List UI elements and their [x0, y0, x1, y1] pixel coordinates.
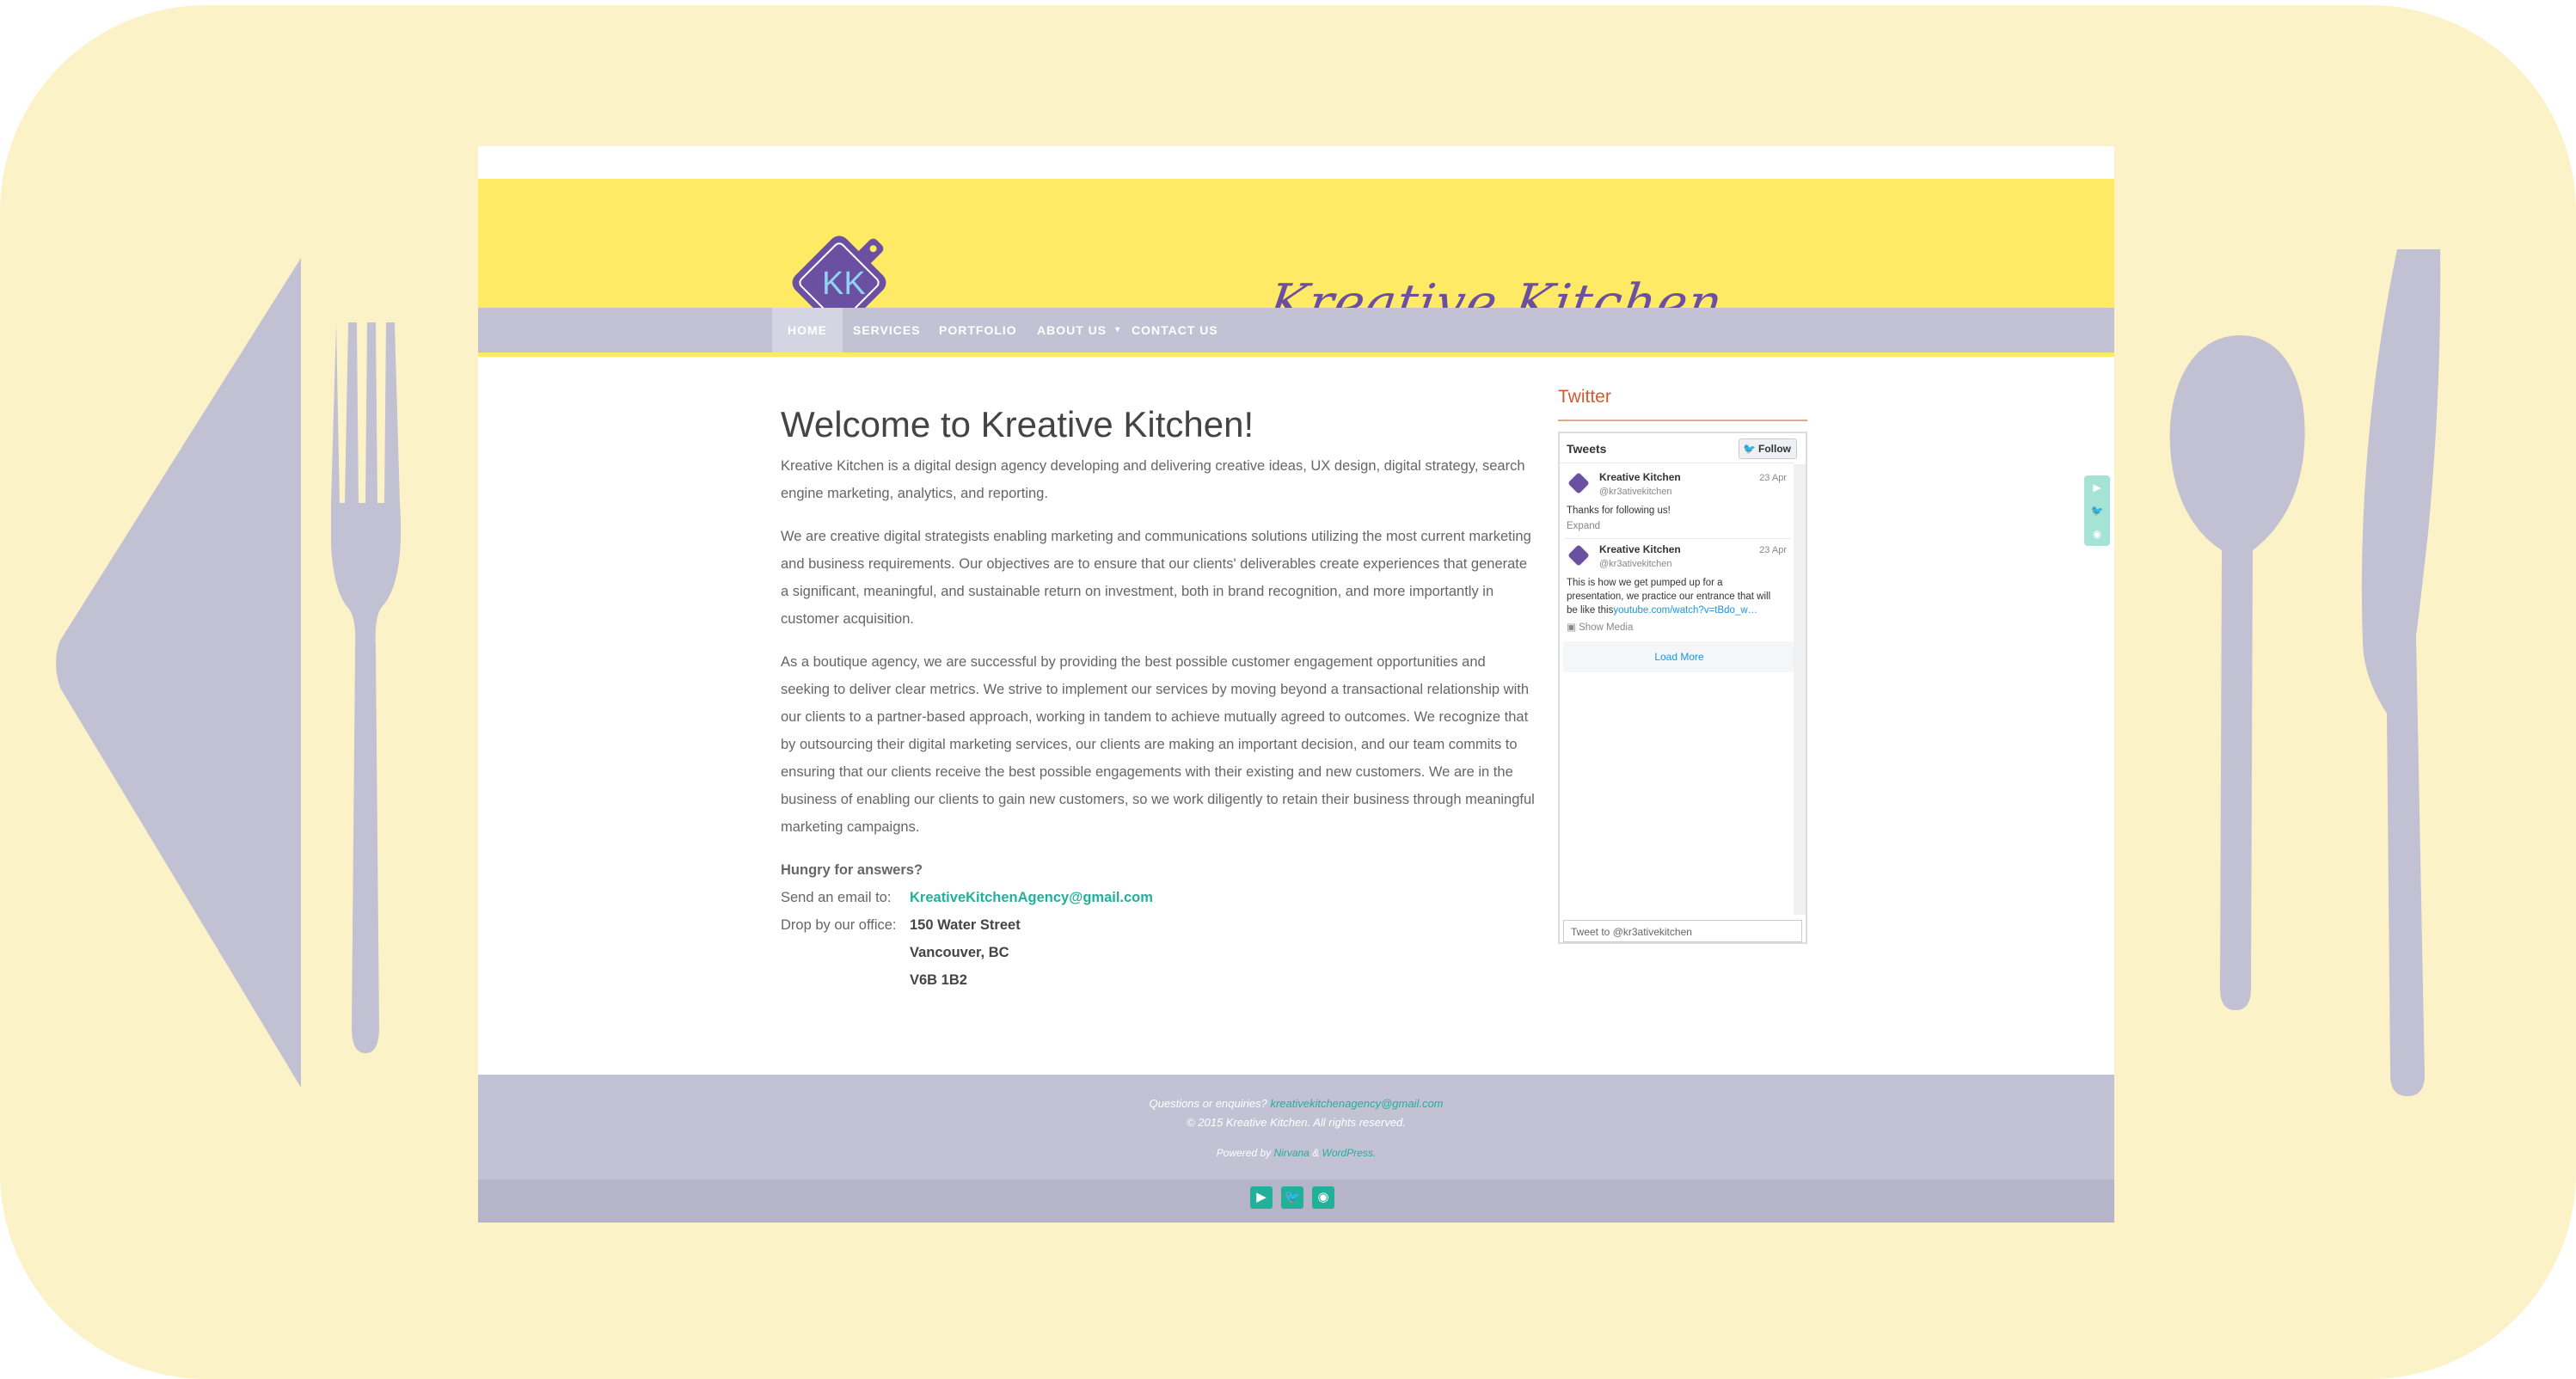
footer-powered-line: Powered by Nirvana & WordPress.	[478, 1147, 2114, 1159]
tweet-link[interactable]: youtube.com/watch?v=tBdo_w…	[1613, 605, 1757, 616]
address-line-city: Vancouver, BC	[910, 945, 1009, 960]
nav-contact-us[interactable]: CONTACT US	[1116, 308, 1234, 352]
nav-about-us-label: ABOUT US	[1037, 323, 1107, 337]
powered-prefix: Powered by	[1216, 1147, 1272, 1159]
twitter-timeline-widget: Tweets 🐦 Follow Kreative Kitchen @kr3ativ…	[1558, 432, 1807, 944]
title-divider	[1558, 420, 1807, 421]
timeline-scrollbar[interactable]	[1794, 464, 1806, 915]
nav-home[interactable]: HOME	[772, 308, 843, 352]
show-media-label: Show Media	[1579, 622, 1634, 633]
website-frame: KK Kreative Kitchen HOME SERVICES PORTFO…	[478, 146, 2114, 1223]
tweets-header: Tweets	[1567, 442, 1607, 456]
email-label: Send an email to:	[781, 890, 892, 905]
theme-link[interactable]: Nirvana	[1273, 1147, 1309, 1159]
twitter-icon[interactable]: 🐦	[1281, 1186, 1303, 1209]
twitter-bird-icon: 🐦	[1743, 443, 1756, 455]
tweet-compose-input[interactable]: Tweet to @kr3ativekitchen	[1563, 920, 1802, 942]
intro-paragraph: Kreative Kitchen is a digital design age…	[781, 458, 1525, 501]
knife-graphic	[2361, 249, 2441, 1096]
tweet-date[interactable]: 23 Apr	[1759, 545, 1787, 555]
agency-paragraph: As a boutique agency, we are successful …	[781, 654, 1535, 835]
tweet-text-block: This is how we get pumped up for a prese…	[1567, 576, 1782, 617]
office-row: Drop by our office: 150 Water Street	[781, 911, 1383, 939]
email-link[interactable]: KreativeKitchenAgency@gmail.com	[910, 884, 1153, 911]
tweet-date[interactable]: 23 Apr	[1759, 473, 1787, 483]
youtube-icon[interactable]: ▶	[2090, 481, 2104, 494]
media-icon: ▣	[1567, 622, 1576, 633]
sidebar: Twitter Tweets 🐦 Follow Kreative Kitchen …	[1558, 387, 1807, 944]
rss-icon[interactable]: ◉	[1312, 1186, 1334, 1209]
footer-copyright: © 2015 Kreative Kitchen. All rights rese…	[1187, 1116, 1406, 1129]
rss-icon[interactable]: ◉	[2090, 527, 2104, 541]
fork-graphic	[331, 322, 402, 1053]
address-line-postal: V6B 1B2	[910, 972, 967, 988]
avatar[interactable]	[1565, 469, 1592, 497]
show-media-link[interactable]: ▣ Show Media	[1567, 621, 1633, 633]
napkin-graphic	[56, 258, 301, 1088]
wordpress-link[interactable]: WordPress.	[1322, 1147, 1377, 1159]
follow-label: Follow	[1758, 443, 1791, 455]
youtube-icon[interactable]: ▶	[1250, 1186, 1273, 1209]
tweet-text: Thanks for following us!	[1567, 506, 1671, 516]
tweet-author-name[interactable]: Kreative Kitchen	[1599, 543, 1681, 555]
contact-heading: Hungry for answers?	[781, 862, 923, 878]
address-line-street: 150 Water Street	[910, 917, 1021, 933]
office-label: Drop by our office:	[781, 917, 897, 933]
tweet-item[interactable]: Kreative Kitchen @kr3ativekitchen 23 Apr…	[1565, 542, 1790, 638]
nav-about-us[interactable]: ABOUT US ▾	[1021, 308, 1129, 352]
twitter-widget-title: Twitter	[1558, 387, 1611, 407]
tweet-author-handle[interactable]: @kr3ativekitchen	[1599, 487, 1672, 497]
nav-services[interactable]: SERVICES	[837, 308, 936, 352]
tweet-item[interactable]: Kreative Kitchen @kr3ativekitchen 23 Apr…	[1565, 469, 1790, 539]
avatar[interactable]	[1565, 542, 1592, 569]
email-row: Send an email to: KreativeKitchenAgency@…	[781, 884, 1383, 911]
site-header: KK Kreative Kitchen	[478, 179, 2114, 334]
tweet-author-handle[interactable]: @kr3ativekitchen	[1599, 559, 1672, 569]
main-navigation: HOME SERVICES PORTFOLIO ABOUT US ▾ CONTA…	[478, 308, 2114, 357]
floating-social-bar: ▶ 🐦 ◉	[2084, 475, 2110, 546]
tweet-author-name[interactable]: Kreative Kitchen	[1599, 471, 1681, 483]
nav-portfolio[interactable]: PORTFOLIO	[923, 308, 1033, 352]
site-footer: Questions or enquiries? kreativekitchena…	[478, 1075, 2114, 1223]
svg-text:KK: KK	[822, 266, 866, 302]
tweet-expand-link[interactable]: Expand	[1567, 521, 1600, 531]
spoon-graphic	[2169, 335, 2305, 1010]
page-title: Welcome to Kreative Kitchen!	[781, 404, 1254, 444]
twitter-icon[interactable]: 🐦	[2090, 504, 2104, 518]
follow-button[interactable]: 🐦 Follow	[1739, 438, 1797, 459]
footer-question-label: Questions or enquiries?	[1149, 1097, 1267, 1110]
footer-contact-line: Questions or enquiries? kreativekitchena…	[478, 1097, 2114, 1110]
load-more-button[interactable]: Load More	[1563, 641, 1795, 672]
strategy-paragraph: We are creative digital strategists enab…	[781, 529, 1531, 627]
footer-email-link[interactable]: kreativekitchenagency@gmail.com	[1270, 1097, 1443, 1110]
powered-amp: &	[1312, 1147, 1320, 1159]
